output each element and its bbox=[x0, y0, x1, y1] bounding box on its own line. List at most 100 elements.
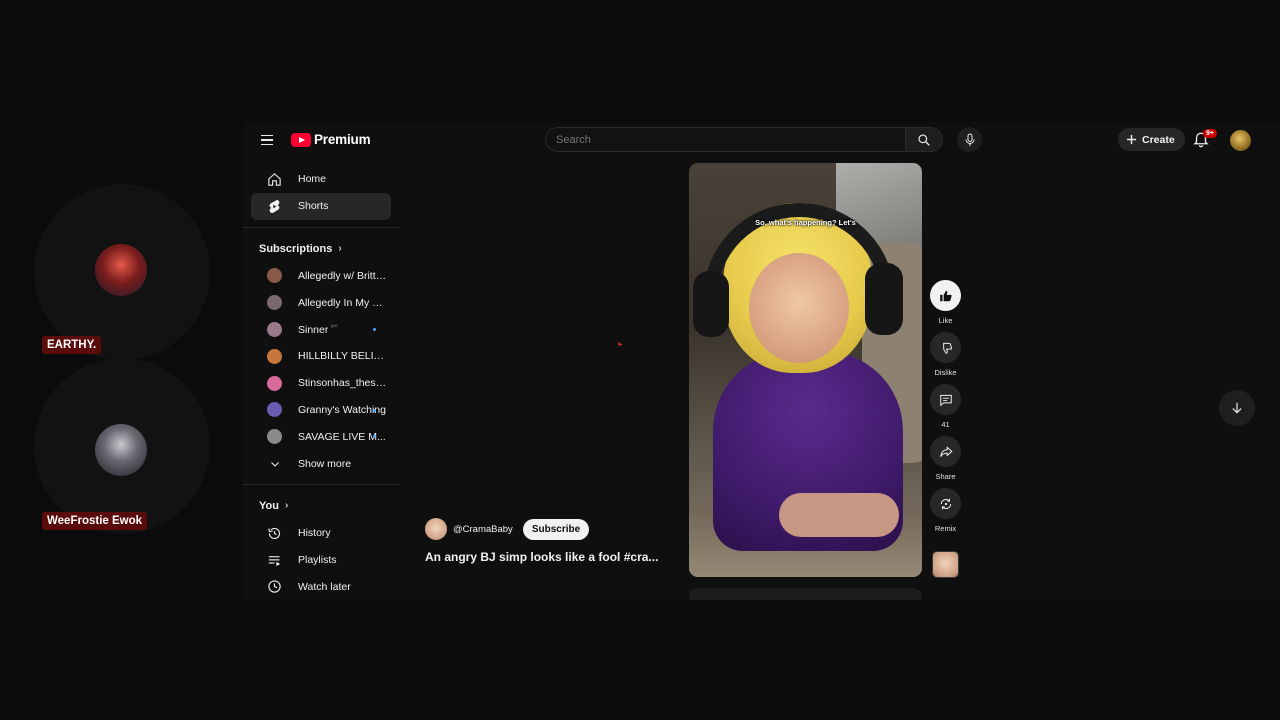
sidebar-item-history[interactable]: History bbox=[251, 520, 391, 547]
comments-button[interactable] bbox=[930, 384, 961, 415]
next-short-preview[interactable] bbox=[689, 588, 922, 600]
youtube-window: Premium Create 9+ Home bbox=[243, 122, 1280, 600]
search-icon bbox=[918, 133, 930, 146]
sidebar-item-label: Sinner bbox=[298, 323, 329, 336]
channel-avatar bbox=[267, 268, 282, 284]
channel-avatar bbox=[267, 322, 282, 338]
share-action: Share bbox=[929, 436, 962, 488]
remix-action: Remix bbox=[929, 488, 962, 540]
like-action: Like bbox=[929, 280, 962, 332]
home-icon bbox=[267, 172, 282, 187]
channel-badge: ²⁷⁰ bbox=[331, 325, 338, 332]
overlay-user-avatar bbox=[95, 244, 147, 296]
subscriptions-title: Subscriptions bbox=[259, 242, 333, 255]
sidebar-item-label: Allegedly w/ Brittne... bbox=[298, 269, 390, 282]
like-button[interactable] bbox=[930, 280, 961, 311]
channel-avatar bbox=[267, 295, 282, 311]
channel-name[interactable]: @CramaBaby bbox=[453, 524, 513, 535]
account-avatar[interactable] bbox=[1230, 130, 1251, 151]
channel-avatar bbox=[267, 402, 282, 418]
short-video-player[interactable]: So, what's happening? Let's bbox=[689, 163, 922, 577]
mouse-cursor bbox=[618, 342, 623, 347]
share-button[interactable] bbox=[930, 436, 961, 467]
sidebar-item-playlists[interactable]: Playlists bbox=[251, 547, 391, 574]
sidebar-item-label: Stinsonhas_thesoup bbox=[298, 377, 390, 390]
overlay-user-card bbox=[34, 184, 210, 360]
sidebar-subscription-item[interactable]: Granny's Watching bbox=[251, 397, 391, 424]
thumbs-down-icon bbox=[942, 342, 952, 354]
audio-source-thumbnail[interactable] bbox=[932, 551, 959, 578]
dislike-button[interactable] bbox=[930, 332, 961, 363]
sidebar-subscription-item[interactable]: Allegedly In My Opi... bbox=[251, 289, 391, 316]
remix-icon bbox=[940, 498, 951, 509]
sidebar-item-label: Allegedly In My Opi... bbox=[298, 296, 390, 309]
comments-action: 41 bbox=[929, 384, 962, 436]
stream-canvas: EARTHY. WeeFrostie Ewok Premium Create bbox=[0, 0, 1280, 720]
sidebar-subscription-item[interactable]: Sinner ²⁷⁰ bbox=[251, 316, 391, 343]
sidebar-item-shorts[interactable]: Shorts bbox=[251, 192, 391, 220]
channel-avatar bbox=[267, 429, 282, 445]
hamburger-menu-icon[interactable] bbox=[258, 130, 278, 150]
overlay-user-name: WeeFrostie Ewok bbox=[42, 512, 148, 530]
channel-avatar bbox=[267, 348, 282, 364]
sidebar-item-home[interactable]: Home bbox=[251, 166, 391, 193]
subscriptions-header[interactable]: Subscriptions › bbox=[243, 235, 399, 263]
youtube-logo[interactable]: Premium bbox=[291, 132, 371, 147]
video-frame bbox=[865, 263, 903, 335]
channel-row: @CramaBaby Subscribe bbox=[425, 518, 590, 540]
overlay-user-avatar bbox=[95, 424, 147, 476]
share-label: Share bbox=[935, 472, 956, 481]
sidebar-subscription-item[interactable]: Allegedly w/ Brittne... bbox=[251, 263, 391, 290]
show-more-button[interactable]: Show more bbox=[251, 450, 391, 477]
create-button[interactable]: Create bbox=[1118, 128, 1185, 151]
top-bar: Premium Create 9+ bbox=[243, 122, 1280, 158]
remix-button[interactable] bbox=[930, 488, 961, 519]
voice-search-button[interactable] bbox=[957, 127, 982, 152]
sidebar-item-label: HILLBILLY BELINDA bbox=[298, 350, 390, 363]
action-bar: Like Dislike 41 Share Remix bbox=[929, 280, 962, 540]
playlists-icon bbox=[267, 553, 282, 568]
divider bbox=[243, 226, 399, 228]
youtube-play-icon bbox=[291, 132, 311, 147]
sidebar-subscription-item[interactable]: HILLBILLY BELINDA bbox=[251, 343, 391, 370]
sidebar-item-label: Home bbox=[298, 173, 327, 186]
dislike-action: Dislike bbox=[929, 332, 962, 384]
sidebar-item-watch-later[interactable]: Watch later bbox=[251, 574, 391, 600]
search-input[interactable] bbox=[546, 128, 905, 151]
sidebar-item-label: Shorts bbox=[298, 200, 329, 213]
search-box bbox=[545, 127, 905, 152]
new-content-dot bbox=[373, 408, 376, 412]
overlay-user-card bbox=[34, 358, 210, 534]
channel-avatar bbox=[267, 375, 282, 391]
sidebar-subscription-item[interactable]: Stinsonhas_thesoup bbox=[251, 370, 391, 397]
chevron-right-icon: › bbox=[284, 500, 289, 512]
short-title[interactable]: An angry BJ simp looks like a fool #cra.… bbox=[425, 550, 671, 564]
sidebar-item-label: Watch later bbox=[298, 580, 351, 593]
remix-label: Remix bbox=[934, 524, 957, 533]
next-short-button[interactable] bbox=[1219, 390, 1255, 426]
sidebar-subscription-item[interactable]: SAVAGE LIVE M... bbox=[251, 423, 391, 450]
logo-text: Premium bbox=[314, 132, 371, 147]
show-more-label: Show more bbox=[298, 457, 352, 470]
plus-icon bbox=[1126, 134, 1137, 145]
video-frame bbox=[693, 271, 729, 337]
microphone-icon bbox=[965, 133, 974, 146]
notification-badge: 9+ bbox=[1203, 129, 1217, 138]
thumbs-up-icon bbox=[939, 290, 952, 301]
search-button[interactable] bbox=[905, 127, 943, 152]
sidebar-item-label: History bbox=[298, 527, 331, 540]
channel-avatar[interactable] bbox=[425, 518, 447, 540]
history-icon bbox=[267, 526, 282, 541]
video-caption: So, what's happening? Let's bbox=[755, 218, 856, 227]
video-frame bbox=[779, 493, 899, 537]
comment-icon bbox=[939, 394, 952, 406]
you-title: You bbox=[259, 499, 279, 512]
new-content-dot bbox=[373, 328, 376, 332]
sidebar-item-label: Playlists bbox=[298, 554, 337, 567]
subscribe-button[interactable]: Subscribe bbox=[522, 518, 590, 540]
sidebar: Home Shorts Subscriptions › Allegedly w/… bbox=[243, 166, 399, 600]
you-header[interactable]: You › bbox=[243, 492, 399, 520]
shorts-icon bbox=[267, 199, 282, 214]
create-label: Create bbox=[1142, 133, 1175, 146]
divider bbox=[243, 483, 399, 485]
